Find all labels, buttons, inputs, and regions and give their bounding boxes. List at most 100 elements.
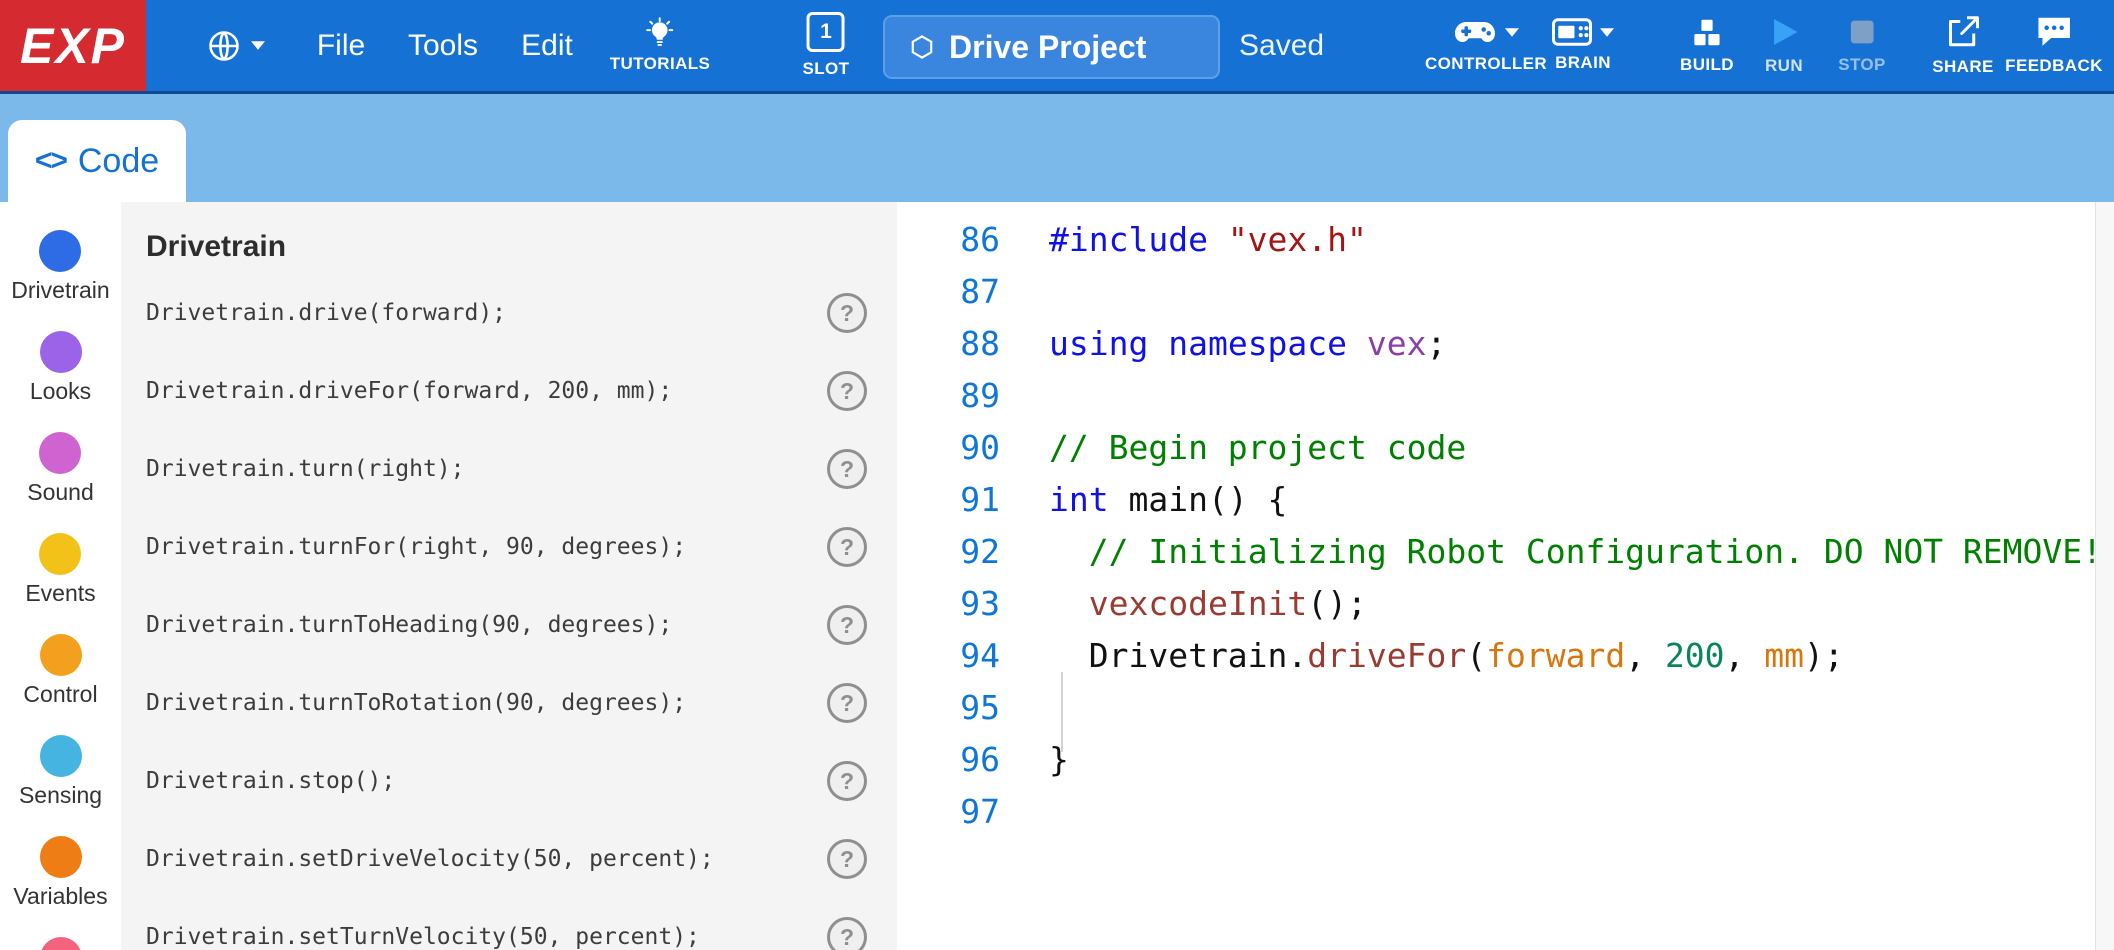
exp-logo[interactable]: EXP <box>0 0 146 91</box>
command-help-button[interactable]: ? <box>827 761 867 801</box>
command-help-button[interactable]: ? <box>827 683 867 723</box>
build-label: BUILD <box>1680 55 1734 75</box>
command-row[interactable]: Drivetrain.setDriveVelocity(50, percent)… <box>121 820 897 898</box>
category-color-icon[interactable] <box>40 634 82 676</box>
code-line <box>1049 370 2095 422</box>
command-help-button[interactable]: ? <box>827 605 867 645</box>
line-number: 96 <box>897 734 1000 786</box>
line-number: 89 <box>897 370 1000 422</box>
command-code[interactable]: Drivetrain.setTurnVelocity(50, percent); <box>146 924 700 950</box>
brain-label: BRAIN <box>1555 53 1611 73</box>
share-button[interactable]: SHARE <box>1932 0 1994 91</box>
build-blocks-icon <box>1691 16 1723 48</box>
category-color-icon[interactable] <box>39 432 81 474</box>
project-name: Drive Project <box>949 29 1146 66</box>
command-row[interactable]: Drivetrain.turnToRotation(90, degrees);? <box>121 664 897 742</box>
command-row[interactable]: Drivetrain.turnFor(right, 90, degrees);? <box>121 508 897 586</box>
stop-button[interactable]: STOP <box>1838 0 1886 91</box>
tutorials-button[interactable]: TUTORIALS <box>610 0 711 91</box>
tab-code[interactable]: <> Code <box>8 120 186 202</box>
command-help-button[interactable]: ? <box>827 449 867 489</box>
feedback-label: FEEDBACK <box>2005 56 2103 76</box>
brain-button[interactable]: BRAIN <box>1552 0 1614 91</box>
save-status: Saved <box>1239 0 1324 91</box>
command-help-button[interactable]: ? <box>827 527 867 567</box>
code-line: Drivetrain.driveFor(forward, 200, mm); <box>1049 630 2095 682</box>
line-number: 86 <box>897 214 1000 266</box>
code-editor[interactable]: 868788899091929394959697 #include "vex.h… <box>897 202 2095 950</box>
feedback-button[interactable]: FEEDBACK <box>2005 0 2103 91</box>
category-color-icon[interactable] <box>40 836 82 878</box>
sidebar-category-events[interactable]: Events <box>25 533 95 607</box>
command-help-button[interactable]: ? <box>827 917 867 950</box>
sidebar-category-looks[interactable]: Looks <box>30 331 91 405</box>
category-color-icon[interactable] <box>39 230 81 272</box>
chevron-down-icon <box>1505 28 1519 37</box>
controller-button[interactable]: CONTROLLER <box>1425 0 1547 91</box>
command-help-button[interactable]: ? <box>827 371 867 411</box>
command-code[interactable]: Drivetrain.stop(); <box>146 768 395 794</box>
tab-bar: <> Code ? <box>0 94 2114 202</box>
line-number: 94 <box>897 630 1000 682</box>
sidebar-category-sound[interactable]: Sound <box>27 432 94 506</box>
project-name-chip[interactable]: Drive Project <box>883 15 1220 79</box>
command-code[interactable]: Drivetrain.drive(forward); <box>146 300 506 326</box>
editor-scrollbar[interactable] <box>2095 202 2114 950</box>
command-row[interactable]: Drivetrain.drive(forward);? <box>121 274 897 352</box>
command-list: Drivetrain.drive(forward);?Drivetrain.dr… <box>121 274 897 950</box>
gamepad-icon <box>1453 17 1497 47</box>
command-row[interactable]: Drivetrain.turn(right);? <box>121 430 897 508</box>
category-label: Events <box>25 580 95 607</box>
command-row[interactable]: Drivetrain.setTurnVelocity(50, percent);… <box>121 898 897 950</box>
command-row[interactable]: Drivetrain.driveFor(forward, 200, mm);? <box>121 352 897 430</box>
category-label: Control <box>23 681 97 708</box>
run-button[interactable]: RUN <box>1765 0 1803 91</box>
command-code[interactable]: Drivetrain.turnFor(right, 90, degrees); <box>146 534 686 560</box>
sidebar-category-drivetrain[interactable]: Drivetrain <box>11 230 109 304</box>
brain-device-icon <box>1552 18 1592 46</box>
command-code[interactable]: Drivetrain.turnToRotation(90, degrees); <box>146 690 686 716</box>
code-line: using namespace vex; <box>1049 318 2095 370</box>
tutorials-label: TUTORIALS <box>610 54 711 74</box>
category-color-icon[interactable] <box>40 735 82 777</box>
sidebar-category-sensing[interactable]: Sensing <box>19 735 102 809</box>
category-color-icon[interactable] <box>39 533 81 575</box>
menu-edit[interactable]: Edit <box>521 0 573 91</box>
command-row[interactable]: Drivetrain.stop();? <box>121 742 897 820</box>
sidebar-category-control[interactable]: Control <box>23 634 97 708</box>
menu-file[interactable]: File <box>317 0 365 91</box>
line-number: 95 <box>897 682 1000 734</box>
command-code[interactable]: Drivetrain.turn(right); <box>146 456 465 482</box>
category-color-icon[interactable] <box>40 937 82 950</box>
code-lines[interactable]: #include "vex.h"using namespace vex;// B… <box>1049 214 2095 838</box>
language-selector[interactable] <box>206 0 265 91</box>
sidebar-category[interactable] <box>40 937 82 950</box>
line-number: 93 <box>897 578 1000 630</box>
slot-number: 1 <box>820 20 832 44</box>
indent-guide <box>1061 672 1063 752</box>
menu-tools[interactable]: Tools <box>408 0 478 91</box>
code-tab-label: Code <box>78 142 159 181</box>
share-label: SHARE <box>1932 57 1994 77</box>
play-icon <box>1767 15 1801 49</box>
line-number: 97 <box>897 786 1000 838</box>
command-code[interactable]: Drivetrain.driveFor(forward, 200, mm); <box>146 378 672 404</box>
command-palette: Drivetrain Drivetrain.drive(forward);?Dr… <box>121 202 897 950</box>
slot-icon: 1 <box>807 12 845 52</box>
command-help-button[interactable]: ? <box>827 839 867 879</box>
code-brackets-icon: <> <box>35 144 66 178</box>
sidebar-category-variables[interactable]: Variables <box>13 836 107 910</box>
code-line <box>1049 266 2095 318</box>
stop-label: STOP <box>1838 55 1886 75</box>
code-line: } <box>1049 734 2095 786</box>
code-line: // Begin project code <box>1049 422 2095 474</box>
command-help-button[interactable]: ? <box>827 293 867 333</box>
command-code[interactable]: Drivetrain.setDriveVelocity(50, percent)… <box>146 846 714 872</box>
command-code[interactable]: Drivetrain.turnToHeading(90, degrees); <box>146 612 672 638</box>
slot-button[interactable]: 1 SLOT <box>803 0 850 91</box>
command-row[interactable]: Drivetrain.turnToHeading(90, degrees);? <box>121 586 897 664</box>
build-button[interactable]: BUILD <box>1680 0 1734 91</box>
category-color-icon[interactable] <box>40 331 82 373</box>
speech-bubble-icon <box>2036 15 2072 49</box>
code-line: vexcodeInit(); <box>1049 578 2095 630</box>
